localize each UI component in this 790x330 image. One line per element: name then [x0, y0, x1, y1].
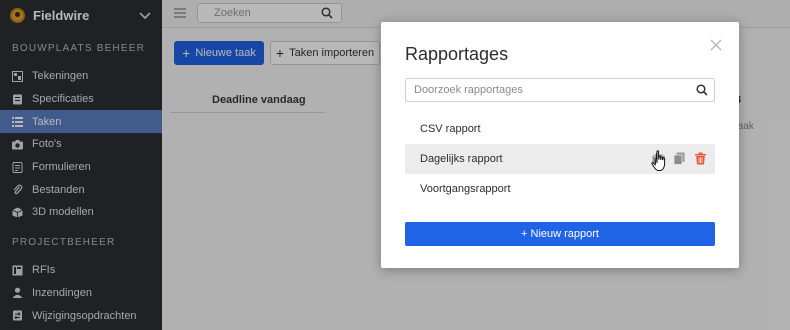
copy-icon[interactable] — [673, 152, 686, 165]
report-label: Voortgangsrapport — [420, 183, 511, 195]
report-label: CSV rapport — [420, 123, 481, 135]
reports-modal: Rapportages Doorzoek rapportages CSV rap… — [381, 22, 739, 268]
close-icon[interactable] — [709, 38, 723, 52]
report-row-progress[interactable]: Voortgangsrapport — [405, 174, 715, 204]
hand-pointer-cursor-icon — [651, 150, 666, 171]
search-icon — [696, 84, 708, 96]
new-report-button[interactable]: + Nieuw rapport — [405, 222, 715, 246]
report-row-csv[interactable]: CSV rapport — [405, 114, 715, 144]
modal-title: Rapportages — [405, 44, 509, 64]
report-search-placeholder: Doorzoek rapportages — [414, 84, 523, 96]
report-search-input[interactable]: Doorzoek rapportages — [405, 78, 715, 102]
report-label: Dagelijks rapport — [420, 153, 503, 165]
trash-icon[interactable] — [694, 152, 707, 165]
